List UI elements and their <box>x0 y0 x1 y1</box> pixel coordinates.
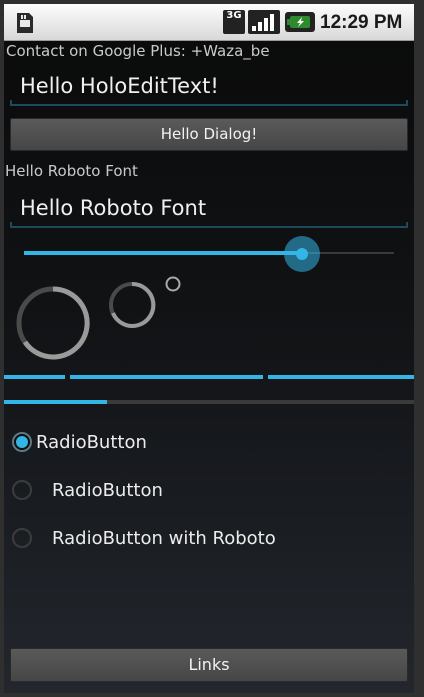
radio-label: RadioButton with Roboto <box>52 528 276 549</box>
sd-card-icon <box>14 11 36 35</box>
edit-text-underline <box>10 104 408 106</box>
roboto-font-label: Hello Roboto Font <box>5 162 138 180</box>
app-screen: 3G 12:29 PM Contact on Google Plus: +Waz… <box>4 4 414 693</box>
radio-indicator <box>12 528 32 548</box>
roboto-edit-text[interactable]: Hello Roboto Font <box>10 190 408 234</box>
radio-button-1[interactable]: RadioButton <box>12 426 392 462</box>
links-button[interactable]: Links <box>10 648 408 682</box>
radio-label: RadioButton <box>52 480 163 501</box>
edit-text-value: Hello HoloEditText! <box>20 74 219 98</box>
edit-text-underline <box>10 226 408 228</box>
radio-indicator <box>12 480 32 500</box>
medium-progress-spinner <box>109 281 156 328</box>
radio-checked-dot <box>16 436 28 448</box>
holo-edit-text[interactable]: Hello HoloEditText! <box>10 68 408 112</box>
radio-button-2[interactable]: RadioButton <box>12 474 392 510</box>
signal-strength-icon <box>248 10 280 34</box>
clock-time: 12:29 PM <box>320 12 403 33</box>
contact-text: Contact on Google Plus: +Waza_be <box>6 42 270 60</box>
network-type-icon: 3G <box>223 10 245 34</box>
seekbar-thumb-center <box>295 248 308 260</box>
hello-dialog-button[interactable]: Hello Dialog! <box>10 118 408 151</box>
progress-fill <box>4 400 107 404</box>
radio-button-roboto[interactable]: RadioButton with Roboto <box>12 522 392 558</box>
seekbar-progress <box>24 251 302 255</box>
large-progress-spinner <box>16 286 90 360</box>
edit-text-value: Hello Roboto Font <box>20 196 207 220</box>
small-progress-spinner <box>165 276 181 292</box>
network-type-label: 3G <box>226 10 242 21</box>
battery-charging-icon <box>285 12 315 32</box>
radio-label: RadioButton <box>36 432 147 453</box>
status-bar: 3G 12:29 PM <box>4 4 414 41</box>
